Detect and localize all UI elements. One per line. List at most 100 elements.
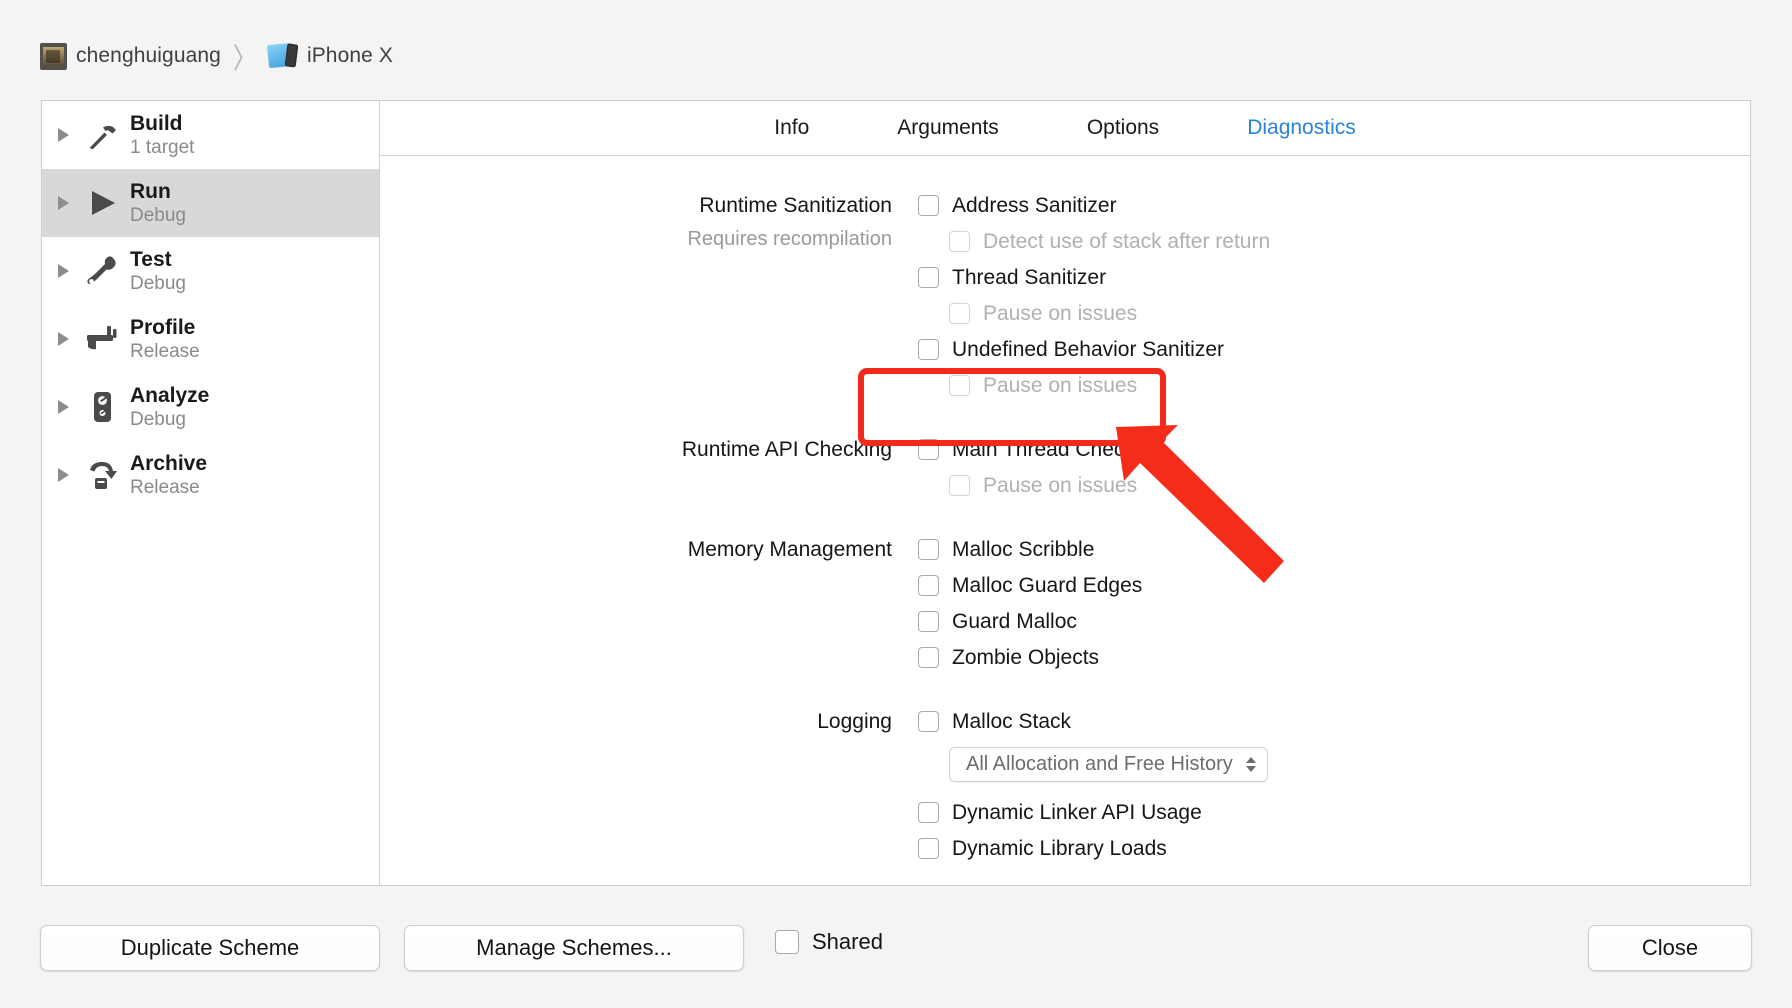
- checkbox-row-main-thread-checker[interactable]: Main Thread Checker: [918, 432, 1750, 467]
- checkbox-row-dynamic-linker-api-usage[interactable]: Dynamic Linker API Usage: [918, 795, 1750, 830]
- runtime-api-checking-label: Runtime API Checking: [380, 432, 918, 467]
- checkbox-thread-sanitizer[interactable]: [918, 267, 939, 288]
- sidebar-item-archive[interactable]: Archive Release: [42, 441, 379, 509]
- scheme-editor-content: Info Arguments Options Diagnostics Runti…: [380, 101, 1750, 885]
- checkbox-row-guard-malloc[interactable]: Guard Malloc: [918, 604, 1750, 639]
- chevron-right-icon: 〉: [232, 42, 256, 75]
- checkbox-row-zombie-objects[interactable]: Zombie Objects: [918, 640, 1750, 675]
- checkbox-main-thread-checker-pause-on-issues[interactable]: [949, 475, 970, 496]
- hammer-icon: [82, 115, 122, 155]
- sidebar-item-build[interactable]: Build 1 target: [42, 101, 379, 169]
- checkbox-label: Dynamic Library Loads: [952, 836, 1167, 860]
- tab-options[interactable]: Options: [1043, 116, 1203, 140]
- checkbox-row-malloc-guard-edges[interactable]: Malloc Guard Edges: [918, 568, 1750, 603]
- checkbox-thread-sanitizer-pause-on-issues[interactable]: [949, 303, 970, 324]
- manage-schemes-button[interactable]: Manage Schemes...: [404, 925, 744, 971]
- checkbox-label: Malloc Stack: [952, 709, 1072, 733]
- runtime-sanitization-label: Runtime Sanitization Requires recompilat…: [380, 188, 918, 256]
- section-runtime-sanitization: Runtime Sanitization Requires recompilat…: [380, 188, 1750, 404]
- checkbox-row-undefined-behavior-pause-on-issues[interactable]: Pause on issues: [918, 368, 1750, 403]
- checkbox-address-sanitizer[interactable]: [918, 195, 939, 216]
- checkbox-shared[interactable]: [775, 930, 799, 954]
- simulator-device-icon: [266, 42, 299, 69]
- checkbox-malloc-guard-edges[interactable]: [918, 575, 939, 596]
- sidebar-item-subtitle: 1 target: [130, 136, 195, 158]
- checkbox-row-address-sanitizer[interactable]: Address Sanitizer: [918, 188, 1750, 223]
- scheme-actions-sidebar: Build 1 target Run Debug Test Debug Prof…: [42, 101, 380, 885]
- checkbox-dynamic-linker-api-usage[interactable]: [918, 802, 939, 823]
- section-label: Runtime Sanitization: [699, 194, 892, 217]
- xcode-project-icon: [40, 42, 67, 70]
- disclosure-triangle-icon[interactable]: [58, 332, 69, 346]
- checkbox-dynamic-library-loads[interactable]: [918, 838, 939, 859]
- checkbox-row-thread-sanitizer[interactable]: Thread Sanitizer: [918, 260, 1750, 295]
- checkbox-main-thread-checker[interactable]: [918, 439, 939, 460]
- checkbox-label: Address Sanitizer: [952, 193, 1117, 217]
- scheme-editor-panel: Build 1 target Run Debug Test Debug Prof…: [41, 100, 1751, 886]
- sidebar-item-title: Profile: [130, 315, 196, 339]
- tab-arguments[interactable]: Arguments: [853, 116, 1043, 140]
- logging-label: Logging: [380, 704, 918, 739]
- sidebar-item-test[interactable]: Test Debug: [42, 237, 379, 305]
- breadcrumb-project-label: chenghuiguang: [76, 44, 221, 67]
- section-memory-management: Memory Management Malloc Scribble Malloc…: [380, 532, 1750, 676]
- sidebar-item-subtitle: Release: [130, 340, 200, 362]
- checkbox-undefined-behavior-pause-on-issues[interactable]: [949, 375, 970, 396]
- breadcrumb-item-device[interactable]: iPhone X: [266, 42, 393, 69]
- logging-options: Malloc Stack All Allocation and Free His…: [918, 704, 1750, 867]
- disclosure-triangle-icon[interactable]: [58, 264, 69, 278]
- checkbox-label: Guard Malloc: [952, 609, 1077, 633]
- checkbox-malloc-stack[interactable]: [918, 711, 939, 732]
- section-label: Runtime API Checking: [681, 438, 892, 461]
- disclosure-triangle-icon[interactable]: [58, 400, 69, 414]
- checkbox-label: Dynamic Linker API Usage: [952, 800, 1202, 824]
- disclosure-triangle-icon[interactable]: [58, 196, 69, 210]
- checkbox-row-main-thread-checker-pause-on-issues[interactable]: Pause on issues: [918, 468, 1750, 503]
- runtime-api-checking-options: Main Thread Checker Pause on issues: [918, 432, 1750, 504]
- sidebar-item-subtitle: Debug: [130, 408, 186, 430]
- checkbox-row-malloc-stack[interactable]: Malloc Stack: [918, 704, 1750, 739]
- sidebar-item-title: Analyze: [130, 383, 210, 407]
- checkbox-row-dynamic-library-loads[interactable]: Dynamic Library Loads: [918, 831, 1750, 866]
- checkbox-label: Pause on issues: [983, 473, 1138, 497]
- checkbox-guard-malloc[interactable]: [918, 611, 939, 632]
- shared-checkbox-group[interactable]: Shared: [775, 929, 883, 955]
- breadcrumb-device-label: iPhone X: [306, 44, 393, 67]
- malloc-stack-popup-button[interactable]: All Allocation and Free History: [949, 747, 1268, 782]
- checkbox-label: Zombie Objects: [952, 645, 1100, 669]
- sidebar-item-profile[interactable]: Profile Release: [42, 305, 379, 373]
- checkbox-label: Malloc Scribble: [952, 537, 1095, 561]
- close-button[interactable]: Close: [1588, 925, 1752, 971]
- disclosure-triangle-icon[interactable]: [58, 468, 69, 482]
- duplicate-scheme-button[interactable]: Duplicate Scheme: [40, 925, 380, 971]
- checkbox-row-undefined-behavior-sanitizer[interactable]: Undefined Behavior Sanitizer: [918, 332, 1750, 367]
- checkbox-detect-use-of-stack-after-return[interactable]: [949, 231, 970, 252]
- sidebar-item-title: Run: [130, 179, 171, 203]
- breadcrumb-item-project[interactable]: chenghuiguang: [40, 42, 221, 70]
- disclosure-triangle-icon[interactable]: [58, 128, 69, 142]
- memory-management-label: Memory Management: [380, 532, 918, 567]
- checkbox-malloc-scribble[interactable]: [918, 539, 939, 560]
- breadcrumb: chenghuiguang 〉 iPhone X: [40, 38, 393, 75]
- shared-label: Shared: [812, 929, 883, 954]
- section-logging: Logging Malloc Stack All Allocation and …: [380, 704, 1750, 867]
- tab-diagnostics[interactable]: Diagnostics: [1203, 116, 1400, 140]
- sidebar-item-analyze[interactable]: Analyze Debug: [42, 373, 379, 441]
- row-spacer: [918, 782, 1750, 795]
- checkbox-zombie-objects[interactable]: [918, 647, 939, 668]
- checkbox-row-thread-sanitizer-pause-on-issues[interactable]: Pause on issues: [918, 296, 1750, 331]
- checkbox-row-detect-use-of-stack-after-return[interactable]: Detect use of stack after return: [918, 224, 1750, 259]
- sidebar-item-title: Archive: [130, 451, 208, 475]
- checkbox-label: Pause on issues: [983, 373, 1138, 397]
- sidebar-item-run[interactable]: Run Debug: [42, 169, 379, 237]
- checkbox-label: Detect use of stack after return: [983, 229, 1271, 253]
- tab-info[interactable]: Info: [730, 116, 853, 140]
- checkbox-label: Main Thread Checker: [952, 437, 1154, 461]
- checkbox-undefined-behavior-sanitizer[interactable]: [918, 339, 939, 360]
- checkbox-label: Undefined Behavior Sanitizer: [952, 337, 1224, 361]
- checkbox-row-malloc-scribble[interactable]: Malloc Scribble: [918, 532, 1750, 567]
- sidebar-item-title: Build: [130, 111, 183, 135]
- section-sublabel: Requires recompilation: [687, 228, 892, 250]
